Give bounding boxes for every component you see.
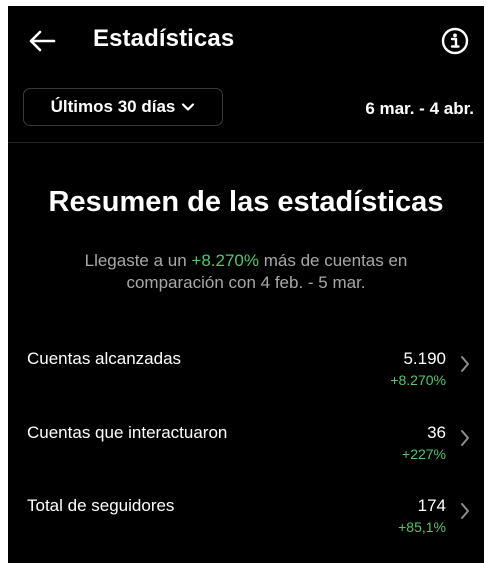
chevron-right-icon	[458, 500, 472, 522]
metric-row-total-followers[interactable]: Total de seguidores 174 +85,1%	[8, 494, 484, 558]
metric-change: +227%	[402, 446, 446, 462]
divider	[8, 142, 484, 143]
summary-description: Llegaste a un +8.270% más de cuentas en …	[48, 250, 444, 294]
metric-value: 174	[417, 496, 446, 515]
metric-value: 36	[427, 423, 446, 442]
metric-row-accounts-engaged[interactable]: Cuentas que interactuaron 36 +227%	[8, 421, 484, 485]
date-range-text: 6 mar. - 4 abr.	[365, 99, 474, 118]
page-title: Estadísticas	[93, 25, 235, 52]
metric-change: +8.270%	[390, 372, 446, 388]
summary-desc-highlight: +8.270%	[191, 251, 260, 270]
insights-screen: Estadísticas Últimos 30 días 6 mar. - 4 …	[8, 6, 484, 563]
summary-title: Resumen de las estadísticas	[48, 186, 444, 218]
arrow-left-icon	[29, 30, 56, 52]
metric-value: 5.190	[403, 349, 446, 368]
date-range-dropdown-label: Últimos 30 días	[50, 97, 176, 116]
metric-change: +85,1%	[398, 519, 446, 535]
info-icon	[441, 27, 469, 55]
metric-row-accounts-reached[interactable]: Cuentas alcanzadas 5.190 +8.270%	[8, 347, 484, 411]
summary-desc-prefix: Llegaste a un	[84, 251, 192, 270]
info-button[interactable]	[440, 26, 470, 56]
metric-label: Total de seguidores	[27, 496, 175, 515]
date-range-dropdown[interactable]: Últimos 30 días	[23, 88, 223, 126]
chevron-right-icon	[458, 353, 472, 375]
chevron-down-icon	[182, 103, 195, 111]
metric-label: Cuentas alcanzadas	[27, 349, 182, 368]
header: Estadísticas	[8, 6, 484, 78]
metric-label: Cuentas que interactuaron	[27, 423, 228, 442]
back-button[interactable]	[24, 26, 60, 56]
chevron-right-icon	[458, 427, 472, 449]
